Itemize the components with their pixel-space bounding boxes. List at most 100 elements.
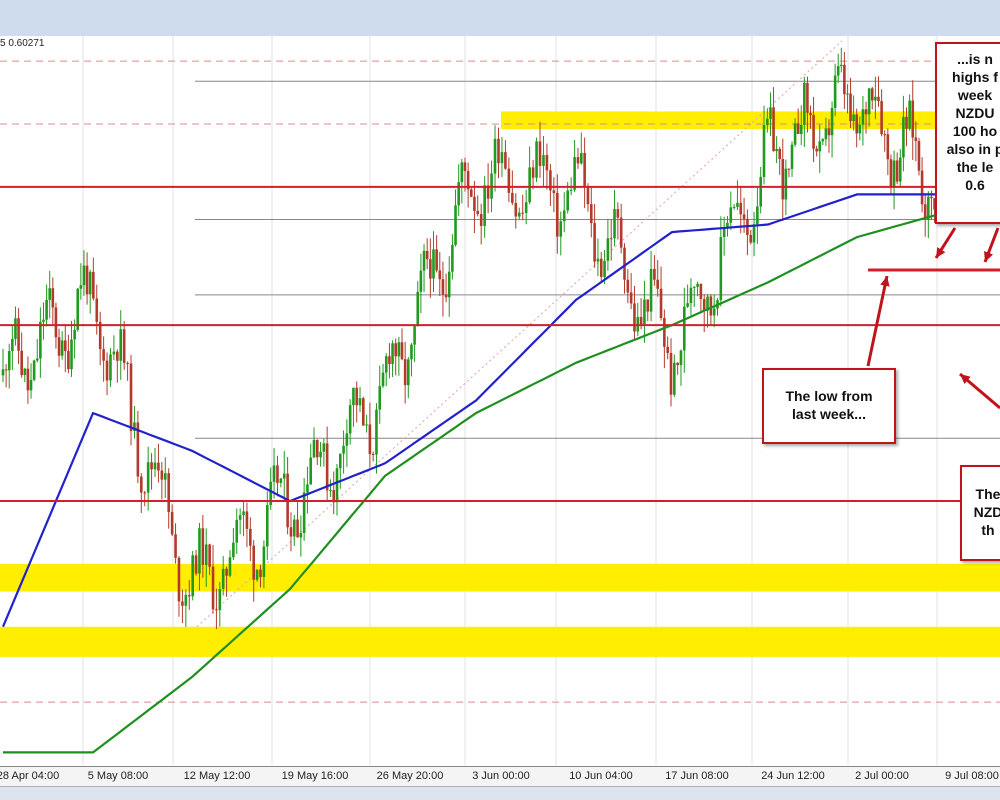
candle-body bbox=[410, 344, 413, 360]
candle-body bbox=[362, 398, 365, 426]
candle-body bbox=[4, 369, 8, 371]
candle-body bbox=[790, 144, 794, 169]
candle-body bbox=[282, 473, 286, 479]
candle-body bbox=[48, 288, 52, 300]
candle-body bbox=[775, 148, 778, 152]
candle-body bbox=[126, 362, 129, 364]
candle-body bbox=[880, 101, 883, 135]
candle-body bbox=[160, 470, 164, 480]
candle-body bbox=[552, 190, 556, 193]
candle-body bbox=[809, 112, 812, 116]
candle-body bbox=[877, 96, 880, 102]
candle-body bbox=[73, 329, 76, 340]
annotation-line: The bbox=[975, 486, 1000, 502]
candle-body bbox=[116, 351, 119, 361]
candle-body bbox=[416, 291, 420, 327]
candle-body bbox=[839, 64, 843, 67]
candle-body bbox=[238, 515, 242, 520]
candle-body bbox=[686, 303, 689, 307]
candle-body bbox=[11, 338, 14, 352]
candle-body bbox=[79, 285, 83, 289]
candle-body bbox=[187, 595, 191, 597]
candle-body bbox=[157, 462, 160, 471]
candle-body bbox=[867, 88, 871, 115]
annotation-line: last week... bbox=[792, 406, 866, 422]
candle-body bbox=[140, 476, 143, 493]
candle-body bbox=[143, 492, 147, 494]
candle-body bbox=[92, 271, 95, 299]
candle-body bbox=[514, 202, 518, 217]
candle-body bbox=[766, 118, 769, 126]
annotation-line: week bbox=[957, 87, 993, 103]
candle-body bbox=[739, 202, 743, 215]
candle-body bbox=[35, 358, 39, 361]
candle-body bbox=[454, 205, 457, 245]
candle-body bbox=[29, 379, 33, 391]
annotation-line: NZD bbox=[973, 504, 1000, 520]
candle-body bbox=[573, 157, 576, 190]
candle-body bbox=[352, 387, 355, 406]
candle-body bbox=[599, 258, 603, 277]
candle-body bbox=[719, 237, 723, 301]
candle-body bbox=[76, 288, 80, 330]
support-resistance-zone bbox=[0, 563, 1000, 592]
candle-body bbox=[345, 433, 349, 446]
candle-body bbox=[911, 100, 915, 138]
candle-body bbox=[473, 196, 476, 211]
candle-body bbox=[325, 443, 329, 491]
candle-body bbox=[669, 352, 673, 395]
candle-body bbox=[586, 186, 590, 205]
candle-body bbox=[603, 260, 606, 277]
bottom-scroll-strip[interactable] bbox=[0, 786, 1000, 800]
candle-body bbox=[292, 519, 296, 537]
candle-body bbox=[500, 152, 504, 164]
candle-body bbox=[609, 238, 613, 240]
candle-body bbox=[756, 206, 759, 225]
candle-body bbox=[119, 329, 123, 361]
annotation-line: 100 ho bbox=[952, 123, 998, 139]
candle-body bbox=[460, 162, 464, 183]
candle-body bbox=[335, 468, 339, 503]
candle-body bbox=[769, 107, 772, 119]
candle-body bbox=[930, 196, 933, 199]
support-resistance-zone bbox=[0, 626, 1000, 657]
annotation-line: highs f bbox=[952, 69, 998, 85]
candle-body bbox=[712, 308, 716, 316]
candle-body bbox=[315, 439, 319, 458]
candle-body bbox=[846, 93, 849, 95]
candle-body bbox=[702, 299, 706, 311]
candle-body bbox=[419, 270, 423, 292]
candle-body bbox=[469, 189, 473, 197]
candle-body bbox=[32, 360, 36, 380]
candle-body bbox=[348, 405, 352, 434]
candle-body bbox=[497, 138, 500, 164]
candle-body bbox=[17, 318, 20, 351]
candle-body bbox=[815, 148, 818, 152]
candle-body bbox=[659, 288, 663, 319]
x-tick-label: 9 Jul 08:00 bbox=[945, 770, 999, 782]
candle-body bbox=[729, 207, 733, 223]
x-tick-label: 3 Jun 00:00 bbox=[472, 770, 530, 782]
candle-body bbox=[384, 356, 388, 373]
candle-body bbox=[556, 192, 559, 237]
candle-body bbox=[63, 340, 67, 352]
candle-body bbox=[20, 350, 23, 376]
candle-body bbox=[365, 424, 368, 426]
candle-body bbox=[898, 157, 902, 182]
candle-body bbox=[211, 566, 215, 610]
candle-body bbox=[215, 609, 218, 611]
candle-body bbox=[864, 109, 868, 115]
candle-body bbox=[892, 160, 896, 188]
candle-body bbox=[378, 386, 382, 410]
candle-body bbox=[329, 490, 332, 492]
candle-body bbox=[51, 288, 55, 308]
candle-body bbox=[397, 342, 401, 357]
candle-body bbox=[67, 351, 70, 370]
candle-body bbox=[177, 557, 181, 602]
candle-body bbox=[752, 224, 756, 243]
candle-body bbox=[905, 116, 908, 129]
candle-body bbox=[181, 601, 184, 606]
annotation-line: th bbox=[981, 522, 995, 538]
candle-body bbox=[649, 268, 653, 312]
x-tick-label: 12 May 12:00 bbox=[183, 770, 251, 782]
